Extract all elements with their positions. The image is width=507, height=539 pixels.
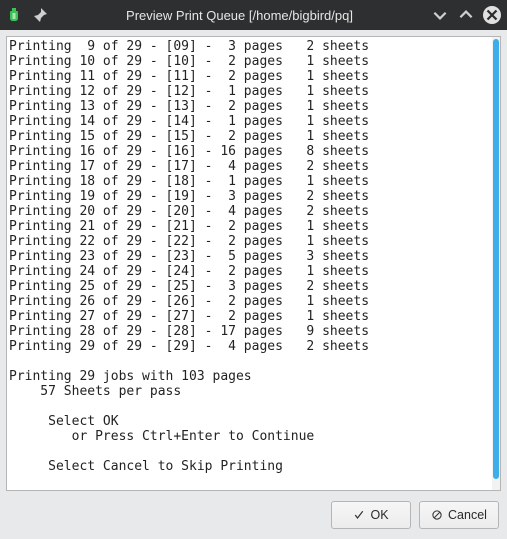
button-row: OK Cancel — [6, 491, 501, 533]
cancel-label: Cancel — [448, 508, 487, 522]
close-button[interactable] — [483, 6, 501, 24]
cancel-button[interactable]: Cancel — [419, 501, 499, 529]
window-title: Preview Print Queue [/home/bigbird/pq] — [58, 8, 421, 23]
log-viewport[interactable]: Printing 9 of 29 - [09] - 3 pages 2 shee… — [7, 37, 492, 490]
scrollbar-track[interactable] — [492, 37, 500, 490]
log-container: Printing 9 of 29 - [09] - 3 pages 2 shee… — [6, 36, 501, 491]
titlebar: Preview Print Queue [/home/bigbird/pq] — [0, 0, 507, 30]
log-text: Printing 9 of 29 - [09] - 3 pages 2 shee… — [9, 39, 490, 474]
ok-label: OK — [370, 508, 388, 522]
maximize-button[interactable] — [457, 6, 475, 24]
cancel-icon — [431, 509, 443, 521]
window-controls — [431, 6, 501, 24]
pin-icon[interactable] — [32, 7, 48, 23]
scrollbar-thumb[interactable] — [493, 39, 499, 479]
ok-button[interactable]: OK — [331, 501, 411, 529]
app-icon — [6, 7, 22, 23]
window-body: Printing 9 of 29 - [09] - 3 pages 2 shee… — [0, 30, 507, 539]
check-icon — [353, 509, 365, 521]
minimize-button[interactable] — [431, 6, 449, 24]
